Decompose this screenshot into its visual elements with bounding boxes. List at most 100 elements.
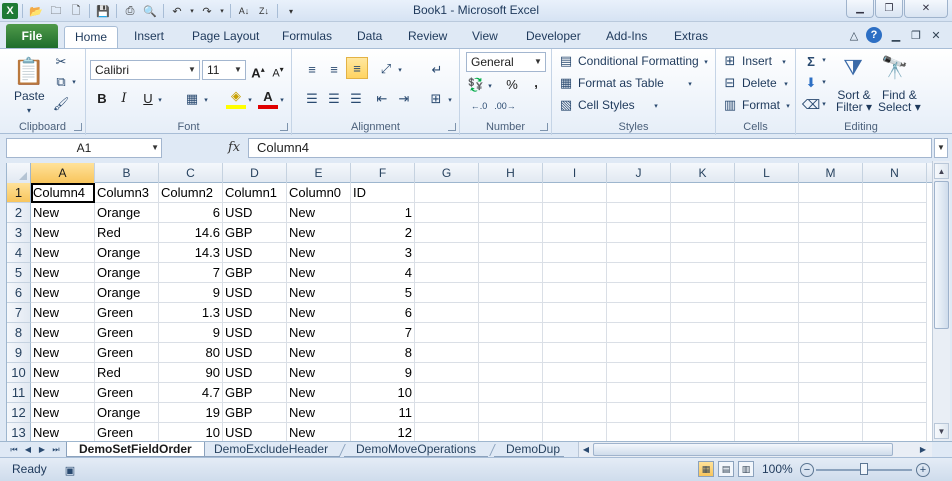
tab-extras[interactable]: Extras (664, 26, 718, 48)
cell-f11[interactable]: 10 (351, 383, 415, 403)
zoom-level[interactable]: 100% (762, 462, 793, 476)
row-header[interactable]: 2 (7, 203, 31, 223)
cell-h8[interactable] (479, 323, 543, 343)
cell-j1[interactable] (607, 183, 671, 203)
sort-filter-button[interactable]: Sort & Filter ▾ (836, 89, 872, 113)
redo-dropdown-icon[interactable]: ▾ (218, 2, 226, 20)
maximize-icon[interactable]: ❐ (875, 0, 903, 18)
normal-view-icon[interactable]: ▦ (698, 461, 714, 477)
cell-f8[interactable]: 7 (351, 323, 415, 343)
undo-dropdown-icon[interactable]: ▾ (188, 2, 196, 20)
cell-b13[interactable]: Green (95, 423, 159, 441)
tab-insert[interactable]: Insert (124, 26, 174, 48)
cell-a7[interactable]: New (31, 303, 95, 323)
minimize-ribbon-icon[interactable]: △ (846, 27, 862, 43)
cell-l13[interactable] (735, 423, 799, 441)
cell-g2[interactable] (415, 203, 479, 223)
number-format-combo[interactable]: General ▼ (466, 52, 546, 72)
chevron-down-icon[interactable]: ▼ (151, 139, 159, 157)
font-color-icon[interactable]: A (258, 87, 278, 109)
cell-n2[interactable] (863, 203, 927, 223)
format-as-table-button[interactable]: Format as Table (578, 76, 664, 90)
cell-l11[interactable] (735, 383, 799, 403)
format-cells-button[interactable]: Format (742, 98, 780, 112)
cell-n12[interactable] (863, 403, 927, 423)
cell-n8[interactable] (863, 323, 927, 343)
column-header-i[interactable]: I (543, 163, 607, 183)
cell-l4[interactable] (735, 243, 799, 263)
find-select-icon[interactable]: 🔭 (878, 53, 912, 83)
zoom-in-icon[interactable]: + (916, 463, 930, 477)
delete-cells-icon[interactable]: ⊟ (722, 74, 738, 92)
cell-l10[interactable] (735, 363, 799, 383)
cell-i6[interactable] (543, 283, 607, 303)
cell-j9[interactable] (607, 343, 671, 363)
column-header-n[interactable]: N (863, 163, 927, 183)
cell-e2[interactable]: New (287, 203, 351, 223)
decrease-decimal-icon[interactable]: .00→ (494, 97, 516, 115)
cell-l6[interactable] (735, 283, 799, 303)
cell-f2[interactable]: 1 (351, 203, 415, 223)
merge-center-icon[interactable]: ⊞ (426, 89, 446, 109)
clear-dropdown-icon[interactable]: ▾ (820, 99, 828, 109)
sheet-tab-demomoveoperations[interactable]: DemoMoveOperations (344, 442, 489, 457)
conditional-formatting-button[interactable]: Conditional Formatting (578, 54, 699, 68)
number-launcher-icon[interactable] (540, 123, 548, 131)
page-layout-view-icon[interactable]: ▤ (718, 461, 734, 477)
cell-a10[interactable]: New (31, 363, 95, 383)
paste-button[interactable]: Paste (14, 89, 45, 103)
cell-e10[interactable]: New (287, 363, 351, 383)
cell-a5[interactable]: New (31, 263, 95, 283)
cell-m11[interactable] (799, 383, 863, 403)
redo-icon[interactable]: ↷ (198, 2, 216, 20)
cell-j6[interactable] (607, 283, 671, 303)
cell-h2[interactable] (479, 203, 543, 223)
cell-n6[interactable] (863, 283, 927, 303)
tab-home[interactable]: Home (64, 26, 119, 48)
cell-d4[interactable]: USD (223, 243, 287, 263)
page-break-view-icon[interactable]: ▥ (738, 461, 754, 477)
paste-dropdown-icon[interactable]: ▾ (24, 105, 34, 115)
undo-icon[interactable]: ↶ (168, 2, 186, 20)
horizontal-scroll-thumb[interactable] (593, 443, 893, 456)
scroll-right-icon[interactable]: ▶ (917, 443, 929, 456)
cell-i13[interactable] (543, 423, 607, 441)
increase-decimal-icon[interactable]: ←.0 (468, 97, 490, 115)
cell-i2[interactable] (543, 203, 607, 223)
cell-l2[interactable] (735, 203, 799, 223)
underline-button[interactable]: U (138, 89, 158, 109)
cell-d6[interactable]: USD (223, 283, 287, 303)
cell-g7[interactable] (415, 303, 479, 323)
cell-k6[interactable] (671, 283, 735, 303)
cell-b10[interactable]: Red (95, 363, 159, 383)
open-folder-icon[interactable]: 📂 (27, 2, 45, 20)
borders-icon[interactable]: ▦ (182, 89, 202, 109)
font-launcher-icon[interactable] (280, 123, 288, 131)
cell-e7[interactable]: New (287, 303, 351, 323)
cell-b5[interactable]: Orange (95, 263, 159, 283)
cell-b2[interactable]: Orange (95, 203, 159, 223)
align-middle-icon[interactable]: ≡ (324, 59, 344, 79)
macro-record-icon[interactable]: ▣ (62, 462, 78, 478)
cell-b1[interactable]: Column3 (95, 183, 159, 203)
last-sheet-icon[interactable]: ⏭ (50, 443, 62, 456)
cell-g3[interactable] (415, 223, 479, 243)
cell-g6[interactable] (415, 283, 479, 303)
print-preview-icon[interactable]: 🔍 (141, 2, 159, 20)
tab-view[interactable]: View (462, 26, 508, 48)
cell-d1[interactable]: Column1 (223, 183, 287, 203)
cell-e6[interactable]: New (287, 283, 351, 303)
cell-f13[interactable]: 12 (351, 423, 415, 441)
cell-c12[interactable]: 19 (159, 403, 223, 423)
align-left-icon[interactable]: ☰ (302, 89, 322, 109)
first-sheet-icon[interactable]: ⏮ (8, 443, 20, 456)
cell-f6[interactable]: 5 (351, 283, 415, 303)
zoom-out-icon[interactable]: − (800, 463, 814, 477)
column-header-e[interactable]: E (287, 163, 351, 183)
column-header-h[interactable]: H (479, 163, 543, 183)
comma-style-button[interactable]: , (526, 73, 546, 93)
tab-review[interactable]: Review (398, 26, 457, 48)
cell-f10[interactable]: 9 (351, 363, 415, 383)
shrink-font-icon[interactable]: A▾ (268, 60, 288, 80)
cell-l3[interactable] (735, 223, 799, 243)
